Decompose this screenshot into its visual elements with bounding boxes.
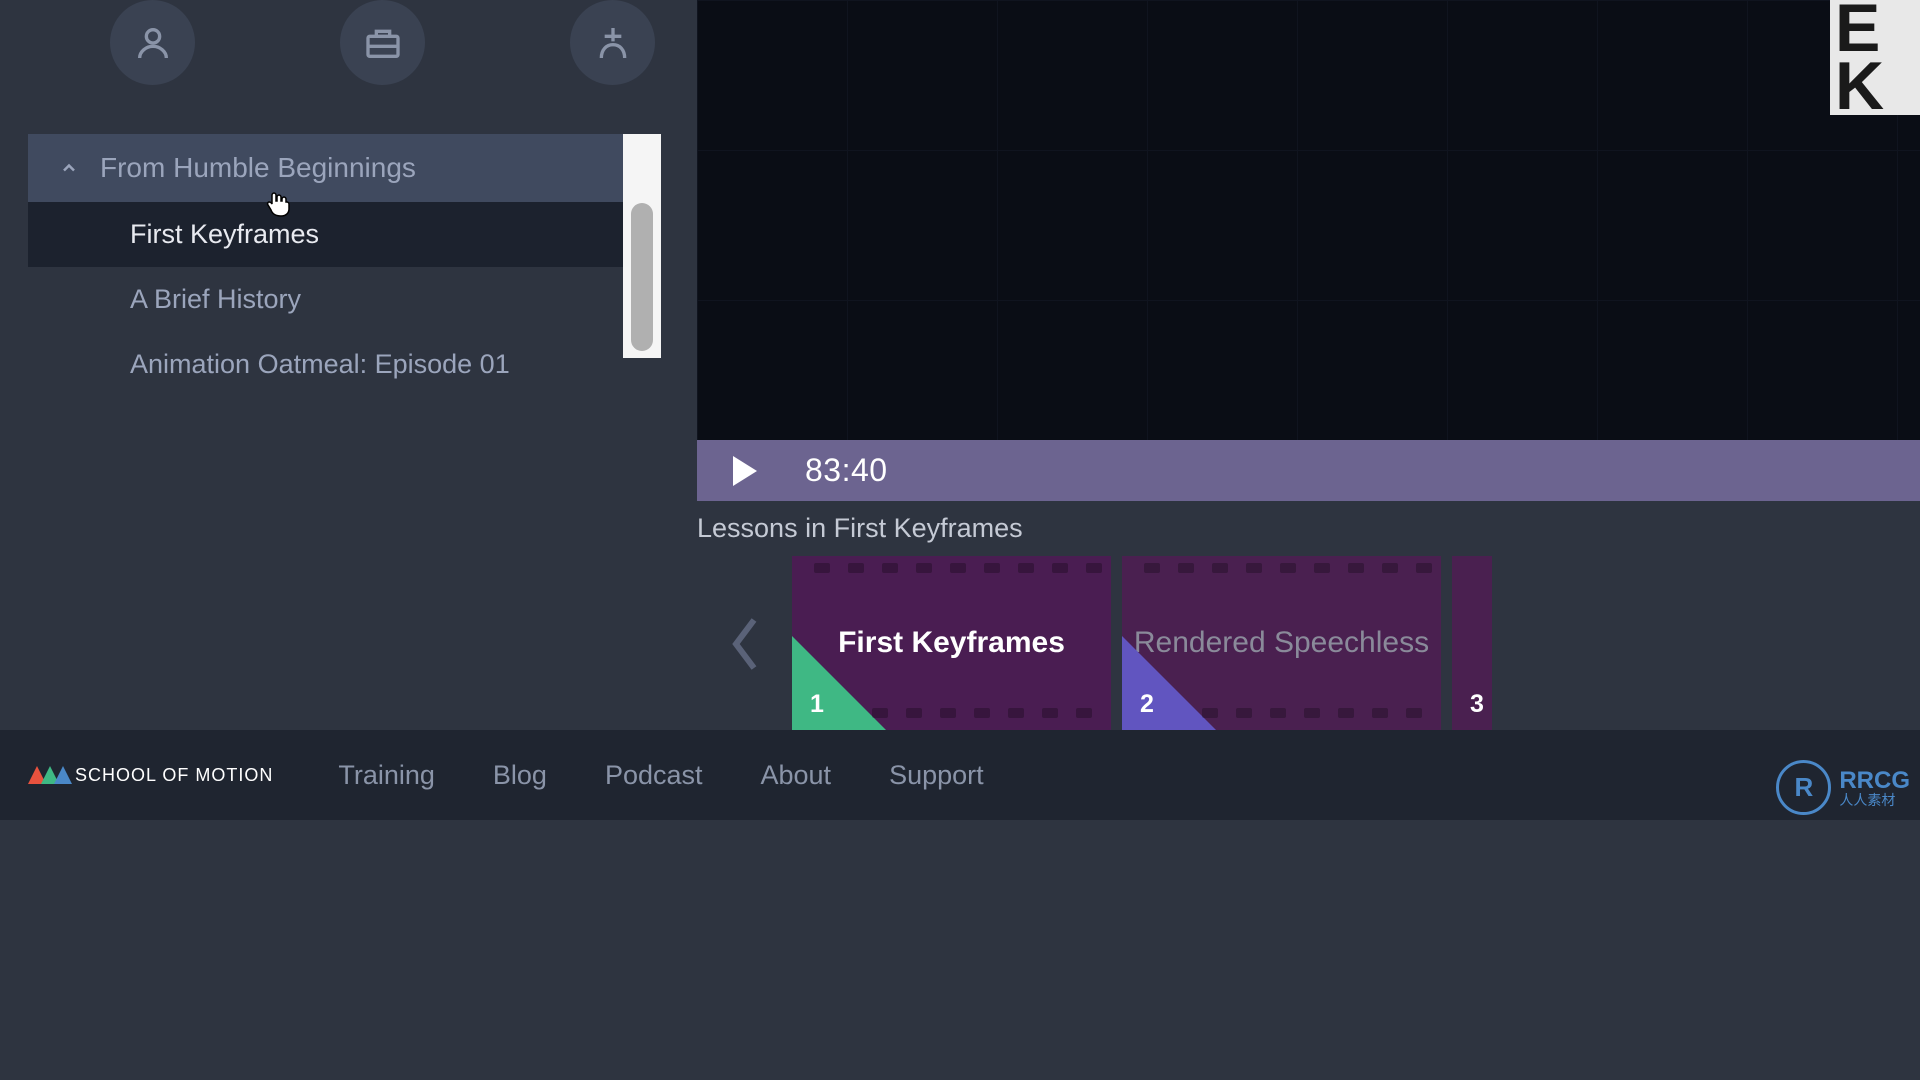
video-time: 83:40 <box>805 452 888 489</box>
watermark: R RRCG 人人素材 <box>1776 760 1910 815</box>
lesson-card-3[interactable]: 3 <box>1452 556 1492 731</box>
lesson-card-2[interactable]: Rendered Speechless 2 <box>1122 556 1441 731</box>
video-player[interactable]: E K <box>697 0 1920 440</box>
section-header[interactable]: From Humble Beginnings <box>28 134 661 202</box>
scrollbar-thumb[interactable] <box>631 203 653 351</box>
mentor-icon[interactable] <box>570 0 655 85</box>
video-grid-bg <box>697 0 1920 440</box>
sidebar-item-first-keyframes[interactable]: First Keyframes <box>28 202 661 267</box>
nav-about[interactable]: About <box>761 760 832 791</box>
brand-logo[interactable]: SCHOOL OF MOTION <box>28 765 273 786</box>
lesson-carousel: First Keyframes 1 Rendered Speechless 2 … <box>697 556 1920 731</box>
sidebar-item-brief-history[interactable]: A Brief History <box>28 267 661 332</box>
brand-text: SCHOOL OF MOTION <box>75 765 273 786</box>
user-icon[interactable] <box>110 0 195 85</box>
cursor-icon <box>262 188 294 220</box>
video-controls: 83:40 <box>697 440 1920 501</box>
lesson-card-1[interactable]: First Keyframes 1 <box>792 556 1111 731</box>
film-strip-decoration <box>792 563 1111 579</box>
nav-blog[interactable]: Blog <box>493 760 547 791</box>
footer-nav: Training Blog Podcast About Support <box>338 760 983 791</box>
lessons-section-title: Lessons in First Keyframes <box>697 513 1023 544</box>
film-strip-decoration <box>1122 563 1441 579</box>
lesson-sidebar: From Humble Beginnings First Keyframes A… <box>28 134 661 397</box>
sidebar-item-label: First Keyframes <box>130 219 319 249</box>
carousel-prev-button[interactable] <box>697 556 792 731</box>
play-button[interactable] <box>697 440 787 501</box>
logo-icon <box>28 766 67 784</box>
sidebar-item-animation-oatmeal[interactable]: Animation Oatmeal: Episode 01 <box>28 332 661 397</box>
watermark-main: RRCG <box>1839 769 1910 793</box>
header-icons <box>110 0 655 85</box>
film-strip-decoration <box>1202 708 1441 724</box>
sidebar-item-label: Animation Oatmeal: Episode 01 <box>130 349 510 379</box>
briefcase-icon[interactable] <box>340 0 425 85</box>
sidebar-item-label: A Brief History <box>130 284 301 314</box>
film-strip-decoration <box>872 708 1111 724</box>
watermark-icon: R <box>1776 760 1831 815</box>
nav-podcast[interactable]: Podcast <box>605 760 703 791</box>
play-icon <box>733 456 757 486</box>
watermark-sub: 人人素材 <box>1839 793 1910 807</box>
video-title-overlay: E K <box>1830 0 1920 115</box>
card-number: 1 <box>810 690 824 719</box>
card-number: 3 <box>1470 690 1484 719</box>
sidebar-scrollbar[interactable] <box>623 134 661 358</box>
nav-training[interactable]: Training <box>338 760 435 791</box>
footer: SCHOOL OF MOTION Training Blog Podcast A… <box>0 730 1920 820</box>
chevron-up-icon <box>58 157 80 179</box>
nav-support[interactable]: Support <box>889 760 984 791</box>
card-number: 2 <box>1140 690 1154 719</box>
section-title: From Humble Beginnings <box>100 152 416 184</box>
